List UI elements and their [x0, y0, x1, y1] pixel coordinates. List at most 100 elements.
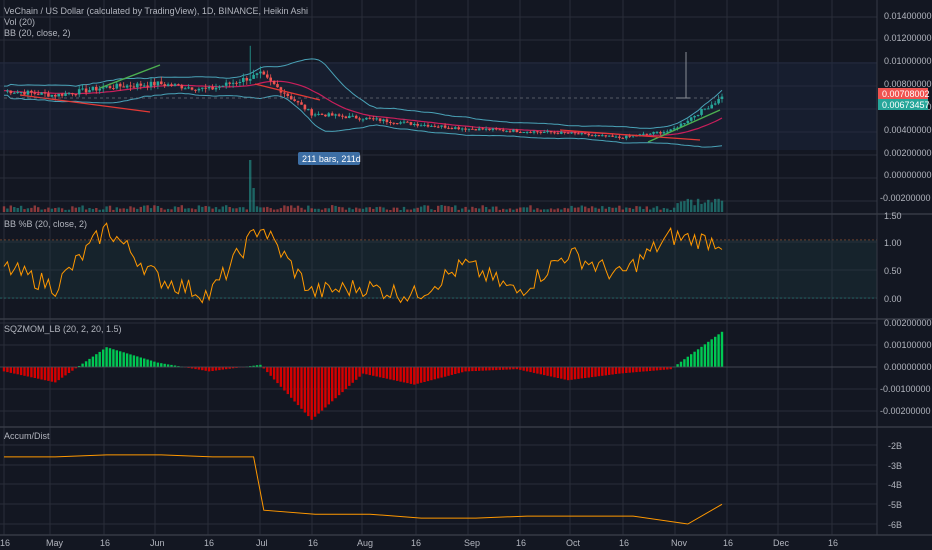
- volume-bar: [327, 208, 330, 212]
- candle-body: [77, 89, 81, 95]
- momentum-bar: [491, 367, 495, 371]
- momentum-bar: [638, 367, 642, 372]
- trading-chart[interactable]: 211 bars, 211d VeChain / US Dollar (calc…: [0, 0, 932, 550]
- candle-body: [700, 109, 703, 115]
- volume-bar: [396, 207, 399, 212]
- volume-bar: [580, 205, 583, 212]
- momentum-bar: [50, 367, 54, 382]
- volume-bar: [95, 208, 98, 212]
- momentum-bar: [320, 367, 324, 411]
- momentum-bar: [601, 367, 604, 376]
- momentum-bar: [484, 367, 488, 371]
- volume-bar: [491, 206, 495, 212]
- momentum-bar: [385, 367, 389, 379]
- candle-body: [204, 87, 207, 89]
- time-tick: 16: [411, 538, 421, 548]
- volume-bar: [402, 206, 406, 212]
- momentum-bar: [649, 367, 652, 371]
- volume-bar: [604, 208, 607, 212]
- volume-bar: [225, 205, 228, 212]
- volume-bar: [638, 206, 642, 212]
- candle-body: [50, 94, 54, 97]
- candle-body: [146, 85, 149, 87]
- momentum-bar: [628, 367, 631, 373]
- candle-body: [187, 87, 190, 89]
- volume-bar: [54, 208, 57, 212]
- momentum-bar: [105, 347, 108, 367]
- volume-bar: [703, 202, 707, 212]
- candle-body: [84, 88, 88, 93]
- volume-bar: [553, 209, 556, 212]
- volume-bar: [317, 208, 320, 212]
- candle-body: [235, 82, 238, 84]
- volume-bar: [290, 205, 293, 212]
- candle-body: [115, 83, 119, 89]
- volume-bar: [166, 208, 170, 212]
- candle-body: [655, 132, 659, 134]
- candle-body: [495, 128, 498, 130]
- volume-bar: [43, 209, 47, 212]
- candle-body: [717, 99, 720, 104]
- momentum-bar: [296, 367, 300, 406]
- volume-bar: [249, 160, 252, 212]
- momentum-bar: [279, 367, 283, 387]
- price-tick: -0.00200000: [880, 193, 931, 203]
- momentum-bar: [419, 367, 423, 383]
- volume-bar: [207, 206, 211, 212]
- candle-body: [47, 93, 50, 97]
- volume-bar: [375, 207, 378, 212]
- volume-bar: [194, 209, 197, 212]
- candle-body: [477, 128, 481, 131]
- momentum-bar: [276, 367, 279, 384]
- volume-bar: [105, 206, 108, 212]
- momentum-bar: [396, 367, 399, 381]
- volume-bar: [64, 209, 67, 212]
- accum-tick: -2B: [888, 441, 902, 451]
- candle-body: [607, 135, 611, 137]
- momentum-bar: [471, 367, 474, 372]
- candle-body: [19, 92, 23, 94]
- candle-body: [67, 93, 71, 95]
- momentum-bar: [81, 363, 84, 367]
- momentum-bar: [211, 367, 214, 371]
- momentum-bar: [464, 367, 467, 372]
- momentum-bar: [703, 344, 707, 367]
- candle-body: [686, 120, 690, 124]
- momentum-bar: [344, 367, 348, 389]
- momentum-bar: [570, 367, 573, 380]
- momentum-bar: [659, 367, 662, 371]
- momentum-bar: [156, 362, 160, 367]
- mom-tick: -0.00200000: [880, 406, 931, 416]
- momentum-bar: [662, 367, 666, 370]
- volume-bar: [132, 207, 136, 212]
- volume-bar: [180, 205, 183, 212]
- volume-bar: [221, 206, 224, 212]
- momentum-bar: [286, 367, 289, 395]
- momentum-bar: [351, 367, 354, 383]
- volume-bar: [556, 208, 560, 212]
- candle-body: [515, 129, 519, 132]
- momentum-bar: [331, 367, 334, 402]
- candle-body: [642, 133, 645, 135]
- price-tick: 0.00000000: [884, 170, 932, 180]
- volume-bar: [714, 198, 717, 212]
- volume-bar: [683, 201, 686, 212]
- candle-body: [560, 131, 563, 134]
- momentum-bar: [160, 363, 163, 367]
- candle-body: [112, 88, 115, 90]
- candle-body: [166, 84, 170, 86]
- candle-body: [601, 135, 604, 137]
- candle-body: [163, 84, 166, 86]
- time-tick: Jul: [256, 538, 268, 548]
- momentum-bar: [119, 351, 122, 367]
- volume-bar: [156, 206, 160, 212]
- momentum-bar: [368, 367, 371, 376]
- volume-bar: [696, 198, 700, 212]
- volume-bar: [717, 198, 720, 212]
- candle-body: [118, 83, 122, 87]
- momentum-bar: [563, 367, 566, 380]
- momentum-bar: [307, 367, 310, 417]
- volume-bar: [529, 205, 532, 212]
- volume-bar: [450, 207, 454, 212]
- candle-body: [573, 132, 577, 134]
